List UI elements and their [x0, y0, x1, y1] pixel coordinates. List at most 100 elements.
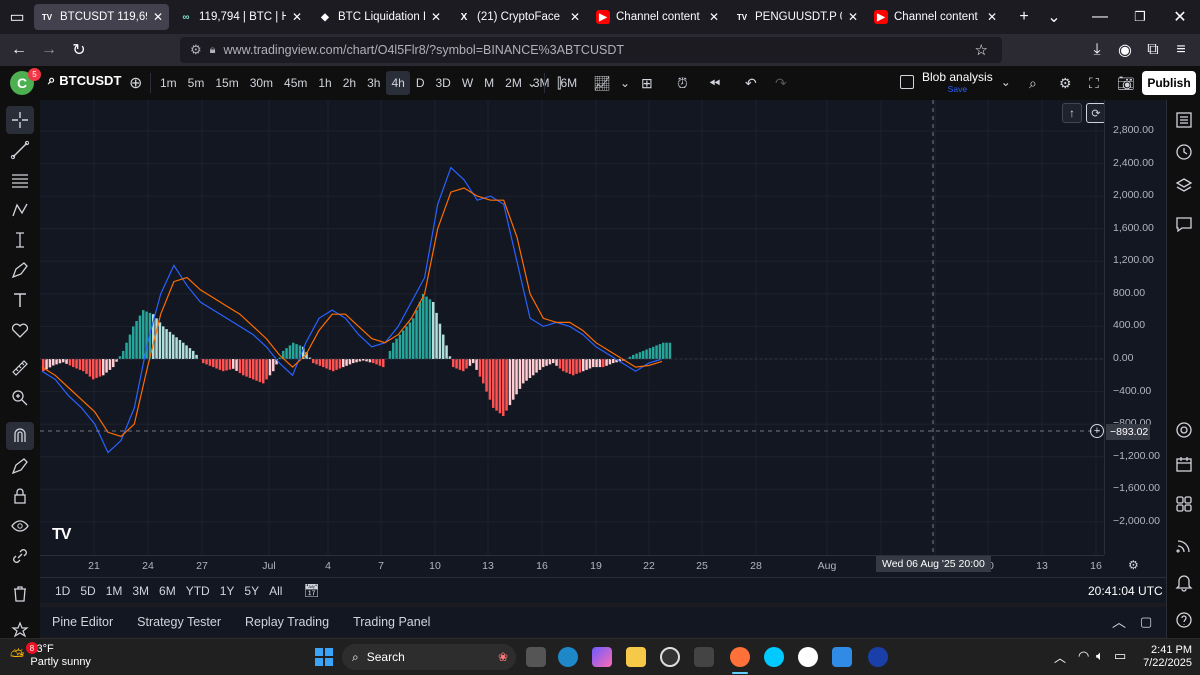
tab-dropdown-icon[interactable]: ⌄ — [1039, 3, 1069, 31]
new-tab-button[interactable]: + — [1009, 3, 1039, 31]
url-bar[interactable]: ⚙ 🔒︎ www.tradingview.com/chart/O4l5Flr8/… — [180, 37, 1002, 63]
indicators-dropdown-icon[interactable]: ⌄ — [615, 71, 635, 95]
replay-icon[interactable]: ⏪︎ — [704, 71, 725, 95]
bottom-tab-trading-panel[interactable]: Trading Panel — [341, 615, 442, 629]
alert-icon[interactable]: ⏰︎ — [672, 71, 693, 95]
trash-icon[interactable] — [6, 580, 34, 608]
crosshair-price-add-icon[interactable]: + — [1090, 424, 1104, 438]
reload-icon[interactable]: ↻ — [64, 36, 94, 64]
range-1y[interactable]: 1Y — [215, 584, 240, 598]
stay-in-drawing-mode-icon[interactable] — [6, 452, 34, 480]
tradingview-logo[interactable]: TV — [52, 526, 71, 544]
copilot-icon[interactable] — [592, 647, 612, 667]
clock[interactable]: 2:41 PM 7/22/2025 — [1136, 644, 1192, 670]
collapse-panel-icon[interactable]: ︿ — [1112, 612, 1126, 632]
hide-drawings-eye-icon[interactable] — [6, 512, 34, 540]
help-icon[interactable] — [1172, 608, 1196, 632]
tab-list-icon[interactable]: ▭ — [0, 3, 34, 31]
mountain-app-icon[interactable] — [868, 647, 888, 667]
settings-icon[interactable]: ⚙ — [1054, 71, 1077, 95]
close-tab-icon[interactable]: ✕ — [153, 10, 163, 24]
reset-chart-button[interactable]: ⟳ — [1086, 103, 1106, 123]
start-windows-icon[interactable] — [314, 647, 334, 667]
grid-apps-icon[interactable] — [1172, 492, 1196, 516]
close-tab-icon[interactable]: ✕ — [292, 10, 302, 24]
close-tab-icon[interactable]: ✕ — [709, 10, 719, 24]
text-icon[interactable] — [6, 286, 34, 314]
file-explorer-icon[interactable] — [626, 647, 646, 667]
browser-tab[interactable]: ◆ BTC Liquidation Levels ✕ — [312, 4, 447, 30]
interval-D[interactable]: D — [411, 71, 430, 95]
close-tab-icon[interactable]: ✕ — [570, 10, 580, 24]
layout-dropdown-icon[interactable]: ⌄ — [1001, 75, 1011, 89]
trend-line-icon[interactable] — [6, 136, 34, 164]
price-scale[interactable]: 2,800.00 2,400.00 2,000.00 1,600.00 1,200.00… — [1104, 100, 1166, 555]
redo-icon[interactable]: ↷ — [770, 71, 792, 95]
chat-icon[interactable] — [1172, 212, 1196, 236]
bottom-tab-strategy-tester[interactable]: Strategy Tester — [125, 615, 233, 629]
lock-drawings-icon[interactable] — [6, 482, 34, 510]
chart-settings-gear-icon[interactable]: ⚙ — [1128, 558, 1139, 572]
scroll-up-button[interactable]: ↑ — [1062, 103, 1082, 123]
fib-retracement-icon[interactable] — [6, 166, 34, 194]
interval-4h[interactable]: 4h — [386, 71, 410, 95]
range-1m[interactable]: 1M — [101, 584, 128, 598]
close-tab-icon[interactable]: ✕ — [431, 10, 441, 24]
interval-dropdown-icon[interactable]: ⌄ — [522, 71, 542, 95]
publish-button[interactable]: Publish — [1142, 71, 1196, 95]
browser-tab[interactable]: TV BTCUSDT 119,697.70 ▲ ✕ — [34, 4, 169, 30]
browser-tab[interactable]: TV PENGUUSDT.P 0.04243 ✕ — [729, 4, 864, 30]
bottom-tab-replay-trading[interactable]: Replay Trading — [233, 615, 341, 629]
heart-icon[interactable] — [6, 316, 34, 344]
interval-3h[interactable]: 3h — [362, 71, 385, 95]
site-info-icon[interactable]: ⚙ — [190, 42, 202, 58]
chart-canvas[interactable] — [40, 100, 1104, 555]
range-ytd[interactable]: YTD — [181, 584, 215, 598]
maximize-panel-icon[interactable]: ▢ — [1140, 614, 1152, 630]
lock-icon[interactable]: 🔒︎ — [210, 44, 216, 57]
store-icon[interactable] — [694, 647, 714, 667]
range-6m[interactable]: 6M — [154, 584, 181, 598]
target-icon[interactable] — [1172, 418, 1196, 442]
candles-chart-type-icon[interactable]: ⫿ — [552, 71, 566, 95]
volume-icon[interactable]: 🔈︎ — [1096, 648, 1104, 664]
stream-broadcast-icon[interactable] — [1172, 534, 1196, 558]
back-icon[interactable]: ← — [4, 36, 34, 64]
weather-widget[interactable]: ⛅︎ 83°F Partly sunny — [10, 643, 91, 669]
bookmark-star-icon[interactable]: ☆ — [975, 41, 988, 59]
chart-pane[interactable]: TV ↑ ⟳ — [40, 100, 1166, 578]
tray-overflow-icon[interactable]: ︿ — [1054, 649, 1066, 666]
link-icon[interactable] — [6, 542, 34, 570]
forward-icon[interactable]: → — [34, 36, 64, 64]
interval-3D[interactable]: 3D — [430, 71, 455, 95]
interval-W[interactable]: W — [457, 71, 478, 95]
downloads-icon[interactable]: ⤓ — [1082, 36, 1112, 64]
interval-15m[interactable]: 15m — [210, 71, 243, 95]
firefox-icon[interactable] — [730, 647, 750, 667]
templates-icon[interactable]: ⊞ — [636, 71, 658, 95]
browser-tab[interactable]: ∞ 119,794 | BTC | Hyperli ✕ — [173, 4, 308, 30]
task-view-icon[interactable] — [526, 647, 546, 667]
alerts-clock-icon[interactable] — [1172, 140, 1196, 164]
goto-date-icon[interactable]: 📅︎ — [303, 583, 320, 599]
interval-2h[interactable]: 2h — [338, 71, 361, 95]
fullscreen-icon[interactable]: ⛶ — [1084, 71, 1104, 95]
taskbar-search-box[interactable]: ⌕ Search ❀ — [342, 644, 516, 670]
compare-symbol-button[interactable]: ⊕ — [124, 71, 147, 95]
indicators-icon[interactable]: 📈︎ — [588, 71, 616, 95]
close-window-icon[interactable]: ✕ — [1160, 3, 1200, 31]
extensions-icon[interactable]: ⧉ — [1138, 36, 1168, 64]
close-tab-icon[interactable]: ✕ — [848, 10, 858, 24]
wifi-icon[interactable]: ◠ — [1078, 648, 1089, 664]
browser-tab[interactable]: ▶ Channel content - You ✕ — [868, 4, 1003, 30]
crosshair-cursor-icon[interactable] — [6, 106, 34, 134]
alexa-icon[interactable] — [764, 647, 784, 667]
snapshot-icon[interactable]: 📷︎ — [1112, 71, 1140, 95]
lens-icon[interactable] — [798, 647, 818, 667]
minimize-icon[interactable]: — — [1080, 3, 1120, 31]
object-tree-layers-icon[interactable] — [1172, 174, 1196, 198]
edge-icon[interactable] — [558, 647, 578, 667]
browser-tab[interactable]: X (21) CryptoFace (@Rea ✕ — [451, 4, 586, 30]
range-5y[interactable]: 5Y — [239, 584, 264, 598]
obs-icon[interactable] — [660, 647, 680, 667]
